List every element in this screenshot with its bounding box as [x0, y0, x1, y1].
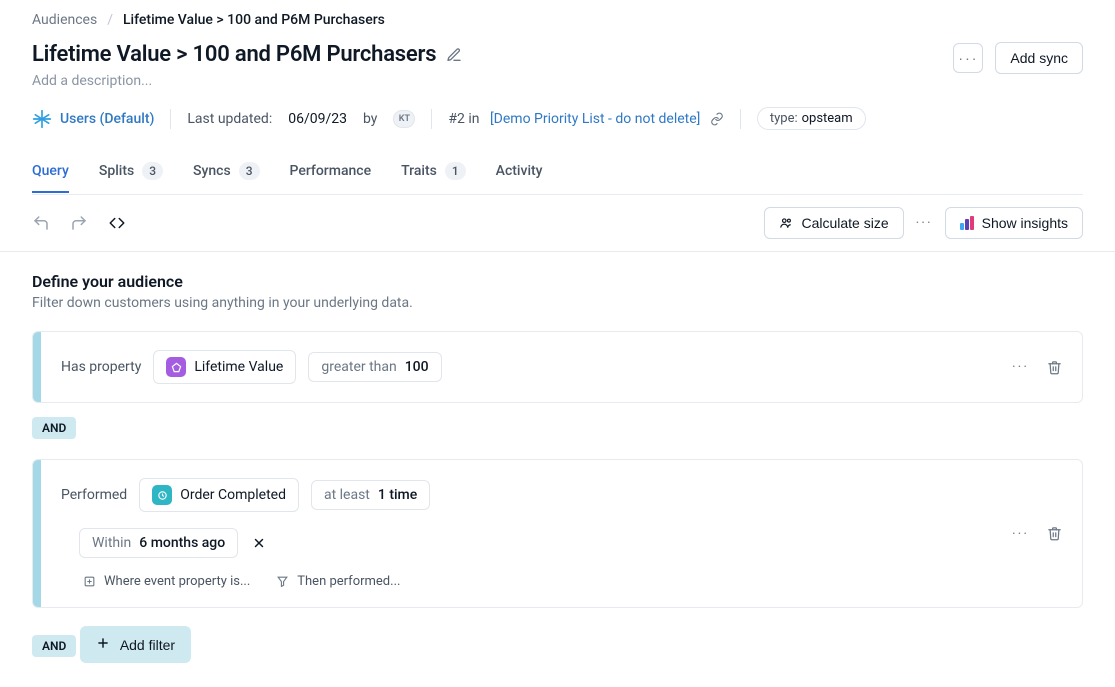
breadcrumb-separator: / — [107, 12, 113, 28]
breadcrumb-current: Lifetime Value > 100 and P6M Purchasers — [123, 12, 385, 28]
operator-chip[interactable]: greater than 100 — [308, 352, 441, 382]
add-then-performed-link[interactable]: Then performed... — [276, 574, 400, 589]
tab-label: Traits — [401, 163, 437, 179]
page-title: Lifetime Value > 100 and P6M Purchasers — [32, 42, 436, 67]
frequency-value: 1 time — [378, 487, 417, 503]
tab-performance[interactable]: Performance — [290, 153, 372, 193]
trash-icon[interactable] — [1047, 360, 1062, 375]
tab-badge: 3 — [142, 162, 163, 180]
tab-splits[interactable]: Splits 3 — [99, 152, 163, 194]
condition-card: Performed Order Completed at least 1 tim… — [32, 459, 1083, 608]
plus-square-icon — [83, 575, 96, 588]
trash-icon[interactable] — [1047, 526, 1062, 541]
add-filter-label: Add filter — [120, 637, 175, 653]
hairline — [0, 251, 1115, 252]
condition-prefix: Has property — [61, 359, 141, 375]
avatar[interactable]: KT — [393, 110, 415, 128]
parent-model-label: Users (Default) — [60, 111, 154, 127]
property-icon — [166, 357, 186, 377]
dots-horizontal-icon: ··· — [958, 50, 978, 66]
time-window-chip[interactable]: Within 6 months ago — [79, 528, 238, 558]
toolbar: Calculate size ··· Show insights — [32, 195, 1083, 251]
tab-label: Splits — [99, 163, 134, 179]
and-connector[interactable]: AND — [32, 417, 76, 439]
divider — [170, 109, 171, 129]
helper-text: Then performed... — [297, 574, 400, 589]
tab-badge: 1 — [445, 162, 466, 180]
tab-label: Performance — [290, 163, 372, 179]
tab-syncs[interactable]: Syncs 3 — [193, 152, 259, 194]
tab-query[interactable]: Query — [32, 153, 69, 193]
tab-activity[interactable]: Activity — [496, 153, 543, 193]
condition-prefix: Performed — [61, 487, 127, 503]
plus-icon — [96, 636, 110, 653]
users-icon — [779, 216, 793, 230]
add-event-property-link[interactable]: Where event property is... — [83, 574, 250, 589]
snowflake-icon — [32, 109, 52, 129]
close-icon[interactable] — [252, 536, 266, 550]
meta-row: Users (Default) Last updated: 06/09/23 b… — [32, 107, 1083, 130]
label-value: opsteam — [802, 111, 853, 126]
breadcrumb-parent[interactable]: Audiences — [32, 12, 97, 28]
label-chip[interactable]: type: opsteam — [757, 107, 866, 130]
condition-more-icon[interactable]: ··· — [1012, 359, 1029, 375]
priority-rank-label: #2 in — [448, 111, 479, 127]
add-sync-button[interactable]: Add sync — [995, 42, 1083, 74]
condition-stripe — [33, 332, 41, 402]
show-insights-button[interactable]: Show insights — [945, 207, 1083, 239]
time-window-value: 6 months ago — [139, 535, 225, 551]
tab-label: Activity — [496, 163, 543, 179]
calculate-size-label: Calculate size — [801, 215, 888, 231]
condition-more-icon[interactable]: ··· — [1012, 526, 1029, 542]
helper-text: Where event property is... — [104, 574, 250, 589]
description-placeholder[interactable]: Add a description... — [32, 73, 462, 89]
tab-badge: 3 — [239, 162, 260, 180]
tabs: Query Splits 3 Syncs 3 Performance Trait… — [32, 152, 1083, 195]
event-chip[interactable]: Order Completed — [139, 478, 299, 512]
more-actions-button[interactable]: ··· — [953, 43, 983, 73]
last-updated-label: Last updated: — [187, 111, 272, 127]
add-filter-button[interactable]: Add filter — [80, 626, 191, 663]
funnel-icon — [276, 575, 289, 588]
last-updated-date: 06/09/23 — [288, 111, 347, 127]
property-name: Lifetime Value — [194, 359, 283, 375]
code-icon[interactable] — [108, 214, 126, 232]
by-label: by — [363, 111, 377, 127]
redo-icon — [70, 214, 88, 232]
define-subheading: Filter down customers using anything in … — [32, 295, 1083, 311]
toolbar-more-icon[interactable]: ··· — [916, 215, 933, 231]
event-name: Order Completed — [180, 487, 286, 503]
tab-label: Query — [32, 163, 69, 179]
show-insights-label: Show insights — [982, 215, 1068, 231]
time-window-label: Within — [92, 535, 131, 551]
label-key: type: — [770, 111, 798, 126]
property-chip[interactable]: Lifetime Value — [153, 350, 296, 384]
divider — [740, 109, 741, 129]
operator-value: 100 — [405, 359, 429, 375]
breadcrumb: Audiences / Lifetime Value > 100 and P6M… — [32, 12, 1083, 28]
operator-label: greater than — [321, 359, 396, 375]
event-icon — [152, 485, 172, 505]
frequency-label: at least — [324, 487, 370, 503]
define-heading: Define your audience — [32, 272, 1083, 291]
condition-stripe — [33, 460, 41, 607]
pencil-icon[interactable] — [446, 47, 462, 63]
and-connector[interactable]: AND — [32, 635, 76, 657]
bar-chart-icon — [960, 216, 974, 230]
link-icon[interactable] — [710, 112, 724, 126]
tab-traits[interactable]: Traits 1 — [401, 152, 466, 194]
calculate-size-button[interactable]: Calculate size — [764, 207, 903, 239]
parent-model-link[interactable]: Users (Default) — [32, 109, 154, 129]
condition-card: Has property Lifetime Value greater than… — [32, 331, 1083, 403]
divider — [431, 109, 432, 129]
undo-icon — [32, 214, 50, 232]
priority-list-link[interactable]: [Demo Priority List - do not delete] — [490, 111, 700, 127]
tab-label: Syncs — [193, 163, 231, 179]
frequency-chip[interactable]: at least 1 time — [311, 480, 430, 510]
